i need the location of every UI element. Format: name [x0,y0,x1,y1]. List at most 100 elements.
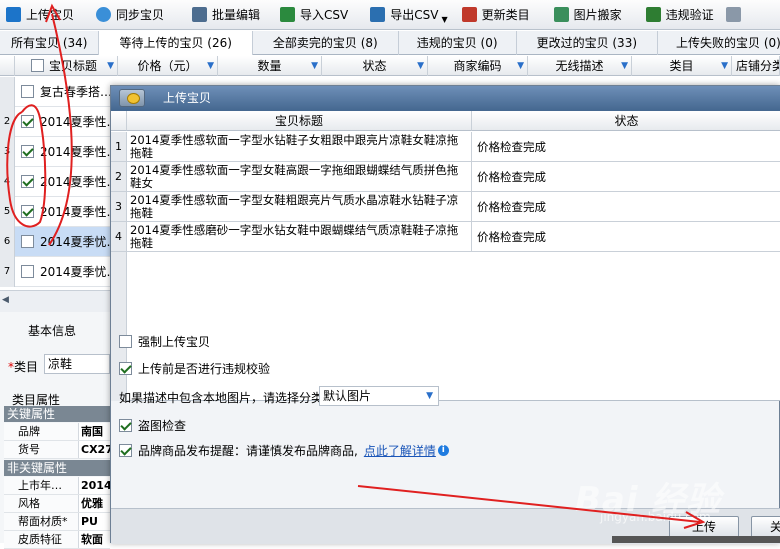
row-checkbox[interactable] [21,175,34,188]
row-number: 2 [111,162,127,191]
table-row[interactable]: 3 2014夏季性感软面一字型女鞋粗跟亮片气质水晶凉鞋水钻鞋子凉拖鞋 价格检查完成 [111,192,780,222]
filter-icon[interactable]: ▼ [517,56,524,76]
table-row[interactable]: 1 2014夏季性感软面一字型水钻鞋子女粗跟中跟亮片凉鞋女鞋凉拖拖鞋 价格检查完成 [111,132,780,162]
header-row-selector [0,56,15,76]
row-title: 复古春季搭… [40,85,110,99]
force-upload-checkbox[interactable] [119,335,132,348]
more-button[interactable] [725,2,741,28]
filter-icon[interactable]: ▼ [621,56,628,76]
header-quantity[interactable]: 数量 ▼ [218,56,322,76]
table-row[interactable]: 2 2014夏季性… [0,106,110,137]
header-title[interactable]: 宝贝标题 ▼ [15,56,118,76]
chevron-down-icon[interactable]: ▼ [441,15,447,24]
row-status: 价格检查完成 [477,170,546,184]
header-shop-category[interactable]: 店铺分类 [732,56,780,76]
row-number: 2 [0,106,15,137]
row-status: 价格检查完成 [477,230,546,244]
sync-items-button[interactable]: 同步宝贝 [90,2,170,28]
category-field[interactable]: 凉鞋 [44,354,110,374]
row-number [0,76,15,107]
tab-upload-failed[interactable]: 上传失败的宝贝 (0) [658,31,780,55]
table-row[interactable]: 4 2014夏季性感磨砂一字型水钻女鞋中跟蝴蝶结气质凉鞋鞋子凉拖拖鞋 价格检查完成 [111,222,780,252]
header-status[interactable]: 状态 ▼ [322,56,428,76]
image-category-select[interactable]: 默认图片 ▼ [319,386,439,406]
tab-sold-out[interactable]: 全部卖完的宝贝 (8) [253,31,399,55]
dialog-title: 上传宝贝 [111,86,780,111]
chevron-down-icon[interactable]: ▼ [426,387,433,405]
row-checkbox[interactable] [21,145,34,158]
update-category-icon [461,7,477,22]
piracy-check-checkbox[interactable] [119,419,132,432]
table-row[interactable]: 7 2014夏季忧… [0,256,110,287]
attribute-row[interactable]: 上市年… 2014 [4,477,110,495]
nonkey-attributes-section: 非关键属性 [4,460,110,476]
pre-check-checkbox[interactable] [119,362,132,375]
tab-violation[interactable]: 违规的宝贝 (0) [399,31,517,55]
export-csv-icon [370,7,386,22]
item-status-tabs: 所有宝贝 (34) 等待上传的宝贝 (26) 全部卖完的宝贝 (8) 违规的宝贝… [0,31,780,55]
filter-icon[interactable]: ▼ [107,56,114,76]
violation-check-icon [645,7,661,22]
filter-icon[interactable]: ▼ [207,56,214,76]
force-upload-option[interactable]: 强制上传宝贝 [119,333,210,350]
scroll-left-icon[interactable]: ◀ [2,295,9,305]
row-checkbox[interactable] [21,265,34,278]
row-checkbox[interactable] [21,85,34,98]
attribute-row[interactable]: 风格 优雅 [4,495,110,513]
update-category-button[interactable]: 更新类目 [456,2,536,28]
brand-notice-option[interactable]: 品牌商品发布提醒：请谨慎发布品牌商品, 点此了解详情 i [119,442,449,459]
image-move-button[interactable]: 图片搬家 [548,2,628,28]
image-category-prompt: 如果描述中包含本地图片，请选择分类 [119,391,324,405]
select-all-checkbox[interactable] [31,59,44,72]
row-number: 4 [0,166,15,197]
filter-icon[interactable]: ▼ [417,56,424,76]
piracy-check-option[interactable]: 盗图检查 [119,417,186,434]
row-title: 2014夏季性… [40,145,110,159]
table-row[interactable]: 6 2014夏季忧… [0,226,110,257]
table-row[interactable]: 复古春季搭… [0,76,110,107]
row-checkbox[interactable] [21,115,34,128]
batch-edit-button[interactable]: 批量编辑 [186,2,266,28]
table-row[interactable]: 3 2014夏季性… [0,136,110,167]
table-row[interactable]: 5 2014夏季性… [0,196,110,227]
header-merchant-code[interactable]: 商家编码 ▼ [428,56,528,76]
row-title: 2014夏季忧… [40,265,110,279]
pre-check-option[interactable]: 上传前是否进行违规校验 [119,360,270,377]
upload-items-button[interactable]: 上传宝贝 [0,2,80,28]
tab-modified[interactable]: 更改过的宝贝 (33) [517,31,659,55]
watermark-url: jingyan.baidu.com [600,510,711,524]
image-move-icon [553,7,569,22]
row-number: 1 [111,132,127,161]
brand-notice-checkbox[interactable] [119,444,132,457]
photo-fragment [612,536,780,543]
info-icon[interactable]: i [437,445,449,456]
tab-all-items[interactable]: 所有宝贝 (34) [0,31,100,55]
close-button[interactable]: 关 [751,516,780,538]
row-checkbox[interactable] [21,235,34,248]
table-row[interactable]: 4 2014夏季性… [0,166,110,197]
table-row[interactable]: 2 2014夏季性感软面一字型女鞋高跟一字拖细跟蝴蝶结气质拼色拖鞋女 价格检查完成 [111,162,780,192]
violation-check-button[interactable]: 违规验证 [640,2,720,28]
category-label: *类目 [8,360,39,374]
row-number: 6 [0,226,15,257]
import-csv-button[interactable]: 导入CSV [274,2,354,28]
export-csv-button[interactable]: 导出CSV ▼ [364,2,453,28]
header-row-selector [111,111,127,131]
attribute-row[interactable]: 货号 CX27 [4,441,110,459]
filter-icon[interactable]: ▼ [311,56,318,76]
item-grid-header: 宝贝标题 ▼ 价格（元） ▼ 数量 ▼ 状态 ▼ 商家编码 ▼ 无线描述 ▼ 类目 ▼ 店铺分… [0,56,780,76]
tab-pending-upload[interactable]: 等待上传的宝贝 (26) [99,31,253,55]
attribute-row[interactable]: 品牌 南国 [4,423,110,441]
header-category[interactable]: 类目 ▼ [632,56,732,76]
header-price[interactable]: 价格（元） ▼ [118,56,218,76]
header-status: 状态 [472,111,780,131]
row-title: 2014夏季忧… [40,235,110,249]
attribute-row[interactable]: 皮质特征 软面 [4,531,110,549]
header-wireless-desc[interactable]: 无线描述 ▼ [528,56,632,76]
horizontal-scrollbar[interactable]: ◀ [0,290,110,312]
brand-details-link[interactable]: 点此了解详情 [364,442,436,459]
row-checkbox[interactable] [21,205,34,218]
attribute-row[interactable]: 帮面材质* PU [4,513,110,531]
filter-icon[interactable]: ▼ [721,56,728,76]
row-number: 3 [111,192,127,221]
